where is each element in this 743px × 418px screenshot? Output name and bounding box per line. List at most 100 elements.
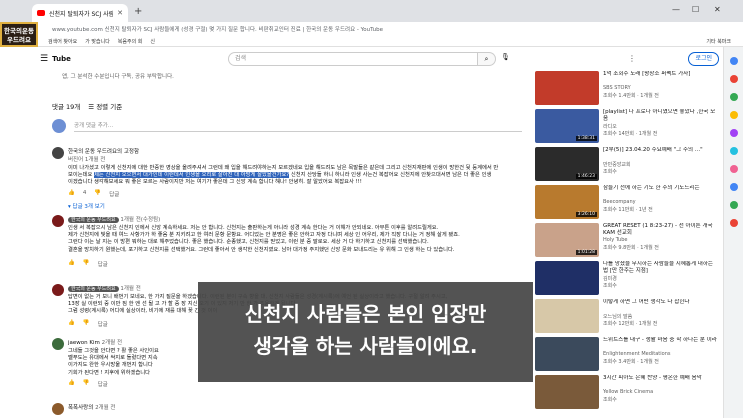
hamburger-menu-icon[interactable]: ☰ [40,54,48,64]
sort-label: 정렬 기준 [96,103,123,111]
author-badge[interactable]: 한국의 운동 우드려요 [68,217,119,223]
dislike-icon[interactable]: 👎 [83,320,90,328]
video-title[interactable]: [playlist] 나 프로나 아니였으면 좋았다 ,한국 모음 [603,109,719,122]
video-title[interactable]: 나를 망쳤을 무시하는 사람들을 지혜롭게 대하는 법 [만 한주는 지점] [603,261,719,274]
reply-button[interactable]: 답글 [98,380,108,388]
related-video-item[interactable]: 1억 조회수 노래 [왕장소 퍼펙트 가사] SBS STORY 조회수 1.4만회… [535,71,721,107]
add-comment-input[interactable]: 공개 댓글 추가... [74,121,522,132]
like-icon[interactable]: 👍 [68,260,75,268]
extension-icon[interactable] [730,129,738,137]
extension-icon[interactable] [730,165,738,173]
video-title[interactable]: 3시간 피아노 은혜 찬양 - 평온한 예배 음악 [603,375,719,382]
other-bookmarks[interactable]: 기타 북마크 [706,38,731,45]
extension-icon[interactable] [730,201,738,209]
like-icon[interactable]: 👍 [68,190,75,198]
video-meta: 조회수 [603,397,617,403]
avatar [52,119,66,133]
apps-icon[interactable]: ⋮ [628,54,642,63]
extension-icon[interactable] [730,57,738,65]
extension-sidebar [723,47,743,418]
view-replies-button[interactable]: ▾ 답글 3개 보기 [68,202,105,210]
related-video-item[interactable]: 3:26:10 잠들기 전에 하는 기도 한 주의 기도드리는 Beecompany… [535,185,721,221]
video-thumbnail[interactable] [535,375,599,409]
comment-author[interactable]: jaewon Kim [68,340,100,346]
video-meta: 조회수 14만회 · 1개월 전 [603,131,658,137]
dislike-icon[interactable]: 👎 [83,380,90,388]
video-title[interactable]: GREAT RESET (1 8:23-27) - 선 아이튼 개국 KAM 선… [603,223,719,236]
comment-header: jaewon Kim 2개월 전 [68,338,122,346]
video-meta: 조회수 [603,169,617,175]
comment-actions: 👍 👎 답글 [68,260,108,268]
extension-icon[interactable] [730,75,738,83]
video-title[interactable]: 잠들기 전에 하는 기도 한 주의 기도드리는 [603,185,719,192]
video-title[interactable]: 이렇게 하면 그 어떤 생각도 다 잡힌다 [603,299,719,306]
video-thumbnail[interactable] [535,71,599,105]
related-video-item[interactable]: 1:38:31 [playlist] 나 프로나 아니였으면 좋았다 ,한국 모음… [535,109,721,145]
extension-icon[interactable] [730,93,738,101]
add-comment-row: 공개 댓글 추가... [52,119,522,133]
description-snippet: 앱, 그 분석한 수분입니다 구독, 공유 부탁합니다. [62,74,174,80]
video-thumbnail[interactable]: 3:26:10 [535,185,599,219]
maximize-icon[interactable]: ☐ [692,5,699,14]
video-title[interactable]: 1억 조회수 노래 [왕장소 퍼펙트 가사] [603,71,719,78]
dislike-icon[interactable]: 👎 [94,190,101,198]
related-video-item[interactable]: 1:46:23 [2부(5)] 23.04.20 수요예배 "그 주의 ..." 만… [535,147,721,183]
reply-button[interactable]: 답글 [109,190,119,198]
youtube-logo[interactable]: Tube [52,55,71,63]
video-title[interactable]: 드위트스를 내구 - 생활 마음 중 학 하나는 분 이라 [603,337,719,344]
microphone-icon[interactable]: 🎙 [501,53,510,61]
video-thumbnail[interactable] [535,261,599,295]
sort-button[interactable]: ☰ 정렬 기준 [88,101,122,111]
bookmark-2[interactable]: 가 맞습니다 [85,38,110,45]
tab-title: 신천지 탈퇴자가 SCJ 사람들에게... [49,10,114,18]
new-tab-button[interactable]: + [134,6,142,17]
comment-header: 한국의 운동 우드려요 1개월 전(수정됨) [68,215,160,223]
channel-logo-line2: 우드려요 [7,36,31,44]
bookmark-3[interactable]: 복음주의 회 [118,38,143,45]
video-channel: SBS STORY [603,85,631,91]
like-icon[interactable]: 👍 [68,320,75,328]
selected-text: 제는 신천지 오으면서 대가인데 이런데서 인생을 오리로 살아진 대 아망게 … [94,172,290,179]
video-title[interactable]: [2부(5)] 23.04.20 수요예배 "그 주의 ..." [603,147,719,154]
extension-icon[interactable] [730,147,738,155]
browser-tab[interactable]: 신천지 탈퇴자가 SCJ 사람들에게... ✕ [32,4,128,22]
minimize-icon[interactable]: — [672,5,680,14]
comment-header: 한국의 운동 우드려요의 고정함 [68,147,139,155]
avatar [52,338,64,350]
video-thumbnail[interactable] [535,299,599,333]
comment-header: 한국의 운동 우드려요 1개월 전 [68,284,141,292]
close-window-icon[interactable]: ✕ [714,5,721,14]
author-badge[interactable]: 한국의 운동 우드려요 [68,286,119,292]
close-tab-icon[interactable]: ✕ [117,9,123,17]
bookmark-1[interactable]: 검색어 찾아요 [48,38,77,45]
video-thumbnail[interactable] [535,337,599,371]
video-thumbnail[interactable]: 1:38:31 [535,109,599,143]
comment-author[interactable]: 폭폭사랑의 [68,405,93,411]
related-video-item[interactable]: 드위트스를 내구 - 생활 마음 중 학 하나는 분 이라 Enlightenme… [535,337,721,373]
related-video-item[interactable]: 1:01:28 GREAT RESET (1 8:23-27) - 선 아이튼 개… [535,223,721,259]
login-button[interactable]: 로그인 [688,52,719,66]
extension-icon[interactable] [730,183,738,191]
comment-text: 인생 서 복잡으시 남은 신천지 인에서 신앙 계속하세요. 저는 안 합니다.… [68,225,518,254]
search-input[interactable]: 검색 [228,52,478,66]
bookmark-4[interactable]: 신 [150,38,155,45]
address-bar[interactable]: www.youtube.com 신천지 탈퇴자가 SCJ 사람들에게 (성경 구… [52,25,383,33]
related-video-item[interactable]: 이렇게 하면 그 어떤 생각도 다 잡힌다 오느님의 말씀 조회수 12만회 · 1… [535,299,721,335]
related-video-item[interactable]: 3시간 피아노 은혜 찬양 - 평온한 예배 음악 Yellow Brick Ci… [535,375,721,411]
like-icon[interactable]: 👍 [68,380,75,388]
video-meta: 조회수 12만회 · 1개월 전 [603,321,658,327]
video-meta: 조회수 9.8만회 · 1개월 전 [603,245,659,251]
video-meta: 조회수 11만회 · 1년 전 [603,207,653,213]
reply-button[interactable]: 답글 [98,320,108,328]
search-icon[interactable]: ⌕ [478,52,496,66]
extension-icon[interactable] [730,219,738,227]
video-thumbnail[interactable]: 1:01:28 [535,223,599,257]
related-video-item[interactable]: 나를 망쳤을 무시하는 사람들을 지혜롭게 대하는 법 [만 한주는 지점] 김미… [535,261,721,297]
video-thumbnail[interactable]: 1:46:23 [535,147,599,181]
subtitle-line-2: 생각을 하는 사람들이에요. [253,334,478,358]
youtube-favicon-icon [37,10,45,16]
bookmarks-bar: 검색어 찾아요 가 맞습니다 복음주의 회 신 기타 북마크 [0,36,743,47]
dislike-icon[interactable]: 👎 [83,260,90,268]
extension-icon[interactable] [730,111,738,119]
reply-button[interactable]: 답글 [98,260,108,268]
